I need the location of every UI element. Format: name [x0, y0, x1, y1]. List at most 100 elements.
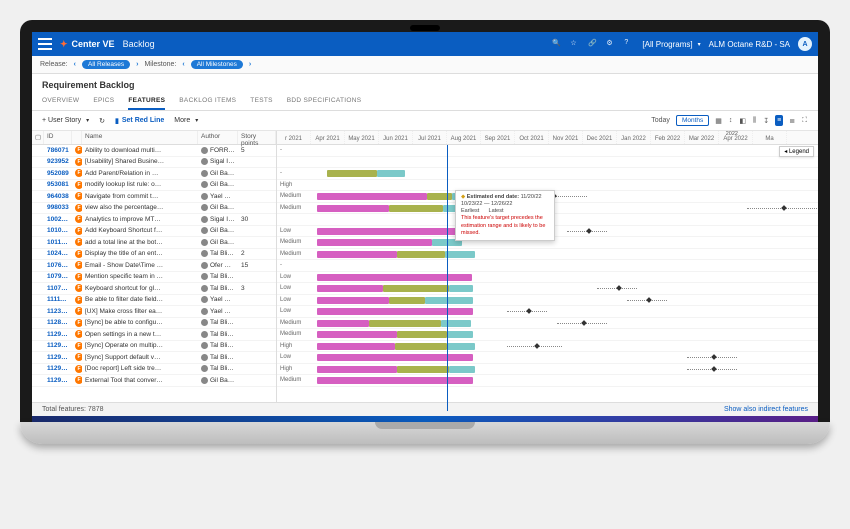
gantt-bar[interactable] [317, 193, 427, 200]
table-row[interactable]: 1129005FOpen settings in a new t…Tal Bli… [32, 329, 276, 341]
gantt-bar[interactable] [377, 170, 405, 177]
gantt-bar[interactable] [317, 320, 369, 327]
gantt-bar[interactable] [449, 366, 475, 373]
feature-id-link[interactable]: 923952 [44, 158, 72, 165]
tab-epics[interactable]: EPICS [93, 93, 114, 110]
gantt-bar[interactable] [447, 331, 473, 338]
feature-id-link[interactable]: 1123205 [44, 308, 72, 315]
link-icon[interactable]: 🔗 [588, 39, 598, 49]
release-chip[interactable]: All Releases [82, 60, 130, 69]
feature-id-link[interactable]: 1129344 [44, 377, 72, 384]
gantt-bar[interactable] [397, 366, 449, 373]
gantt-bar[interactable] [427, 193, 452, 200]
feature-id-link[interactable]: 1129011 [44, 342, 72, 349]
feature-id-link[interactable]: 1011461 [44, 239, 72, 246]
show-indirect-link[interactable]: Show also indirect features [724, 406, 808, 413]
feature-id-link[interactable]: 1129005 [44, 331, 72, 338]
release-prev-icon[interactable]: ‹ [74, 61, 76, 68]
table-row[interactable]: 953081Fmodify lookup list rule: o…Gil Ba… [32, 180, 276, 192]
menu-icon[interactable] [38, 38, 52, 50]
gantt-bar[interactable] [441, 320, 471, 327]
more-button[interactable]: More [174, 117, 198, 124]
tab-features[interactable]: FEATURES [128, 93, 165, 110]
gantt-bar[interactable] [369, 320, 441, 327]
feature-id-link[interactable]: 1079095 [44, 273, 72, 280]
feature-id-link[interactable]: 786071 [44, 147, 72, 154]
feature-id-link[interactable]: 1111118 [44, 296, 72, 303]
star-icon[interactable]: ☆ [570, 39, 580, 49]
gantt-bar[interactable] [445, 251, 475, 258]
table-row[interactable]: 1076078FEmail - Show Date\Time …Ofer Spi… [32, 260, 276, 272]
col-storypoints[interactable]: Story points [238, 131, 276, 144]
table-row[interactable]: 1011461Fadd a total line at the bot…Gil … [32, 237, 276, 249]
tab-overview[interactable]: OVERVIEW [42, 93, 79, 110]
gantt-bar[interactable] [317, 343, 395, 350]
gantt-bar[interactable] [317, 354, 473, 361]
feature-id-link[interactable]: 1128012 [44, 319, 72, 326]
columns-icon[interactable]: ⫼ [752, 116, 757, 126]
gear-icon[interactable]: ⚙ [606, 39, 616, 49]
feature-id-link[interactable]: 1076078 [44, 262, 72, 269]
gantt-bar[interactable] [317, 205, 389, 212]
gantt-bar[interactable] [383, 285, 449, 292]
feature-id-link[interactable]: 1024001 [44, 250, 72, 257]
gantt-view-icon[interactable]: ≡ [775, 115, 783, 126]
gantt-bar[interactable] [327, 170, 377, 177]
gantt-bar[interactable] [395, 343, 447, 350]
today-label[interactable]: Today [650, 116, 671, 125]
table-row[interactable]: 1129344FExternal Tool that conver…Gil Ba… [32, 375, 276, 387]
table-row[interactable]: 952089FAdd Parent/Relation in …Gil Backa… [32, 168, 276, 180]
set-red-line-button[interactable]: ▮ Set Red Line [115, 117, 164, 125]
sort-icon[interactable]: ↕ [728, 116, 734, 125]
search-icon[interactable]: 🔍 [552, 39, 562, 49]
gantt-bar[interactable] [317, 308, 473, 315]
table-row[interactable]: 1010166FAdd Keyboard Shortcut f…Gil Back… [32, 226, 276, 238]
refresh-button[interactable]: ↻ [99, 117, 105, 125]
tab-backlog-items[interactable]: BACKLOG ITEMS [179, 93, 236, 110]
table-row[interactable]: 1024001FDisplay the title of an ent…Tal … [32, 249, 276, 261]
gantt-bar[interactable] [447, 343, 475, 350]
milestone-prev-icon[interactable]: ‹ [182, 61, 184, 68]
feature-id-link[interactable]: 1002005 [44, 216, 72, 223]
release-next-icon[interactable]: › [136, 61, 138, 68]
table-row[interactable]: 1002005FAnalytics to improve MT…Sigal Is… [32, 214, 276, 226]
gantt-bar[interactable] [317, 377, 473, 384]
list-view-icon[interactable]: ≣ [788, 116, 796, 126]
filter-icon[interactable]: ▦ [714, 116, 723, 126]
col-name[interactable]: Name [82, 131, 198, 144]
feature-id-link[interactable]: 1129012 [44, 354, 72, 361]
gantt-bar[interactable] [317, 239, 432, 246]
table-row[interactable]: 1128012F[Sync] be able to configu…Tal Bl… [32, 318, 276, 330]
table-row[interactable]: 998033Fview also the percentage…Gil Back… [32, 203, 276, 215]
avatar[interactable]: A [798, 37, 812, 51]
gantt-bar[interactable] [449, 285, 473, 292]
gantt-bar[interactable] [317, 331, 397, 338]
add-user-story-button[interactable]: + User Story [42, 117, 89, 124]
gantt-bar[interactable] [317, 297, 389, 304]
gantt-bar[interactable] [317, 274, 472, 281]
col-id[interactable]: ID [44, 131, 72, 144]
feature-id-link[interactable]: 952089 [44, 170, 72, 177]
gantt-bar[interactable] [317, 285, 383, 292]
col-author[interactable]: Author [198, 131, 238, 144]
tab-bdd[interactable]: BDD SPECIFICATIONS [287, 93, 362, 110]
legend-button[interactable]: ◂ Legend [779, 146, 814, 157]
table-row[interactable]: 1129014F[Doc report] Left side tre…Tal B… [32, 364, 276, 376]
table-row[interactable]: 1111118FBe able to filter date field…Yae… [32, 295, 276, 307]
table-row[interactable]: 1123205F[UX] Make cross filter ea…Yael P… [32, 306, 276, 318]
table-row[interactable]: 1129011F[Sync] Operate on multip…Tal Bli… [32, 341, 276, 353]
help-icon[interactable]: ? [624, 39, 634, 49]
program-selector[interactable]: [All Programs] [642, 40, 700, 49]
gantt-bar[interactable] [389, 205, 443, 212]
table-row[interactable]: 1107170FKeyboard shortcut for gl…Tal Bli… [32, 283, 276, 295]
milestone-chip[interactable]: All Milestones [191, 60, 243, 69]
feature-id-link[interactable]: 964038 [44, 193, 72, 200]
milestone-next-icon[interactable]: › [249, 61, 251, 68]
fullscreen-icon[interactable]: ⛶ [801, 116, 808, 126]
col-checkbox[interactable]: ▢ [32, 131, 44, 144]
export-icon[interactable]: ↧ [762, 116, 770, 126]
gantt-bar[interactable] [389, 297, 425, 304]
table-row[interactable]: 1079095FMention specific team in …Tal Bl… [32, 272, 276, 284]
gantt-bar[interactable] [317, 366, 397, 373]
gantt-bar[interactable] [397, 331, 447, 338]
